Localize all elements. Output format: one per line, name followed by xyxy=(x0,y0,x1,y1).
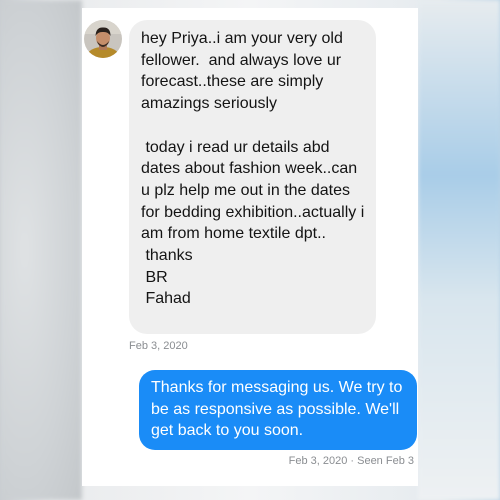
background-left-blur xyxy=(0,0,82,500)
user-avatar-icon xyxy=(84,20,122,58)
outgoing-message-bubble[interactable]: Thanks for messaging us. We try to be as… xyxy=(139,370,417,450)
incoming-message-bubble[interactable]: hey Priya..i am your very old fellower. … xyxy=(129,20,376,334)
chat-thread: hey Priya..i am your very old fellower. … xyxy=(82,8,418,486)
sender-avatar[interactable] xyxy=(84,20,122,58)
background-right-blur xyxy=(418,0,500,500)
outgoing-message-status: Feb 3, 2020 · Seen Feb 3 xyxy=(288,455,414,467)
incoming-message-timestamp: Feb 3, 2020 xyxy=(129,340,188,352)
